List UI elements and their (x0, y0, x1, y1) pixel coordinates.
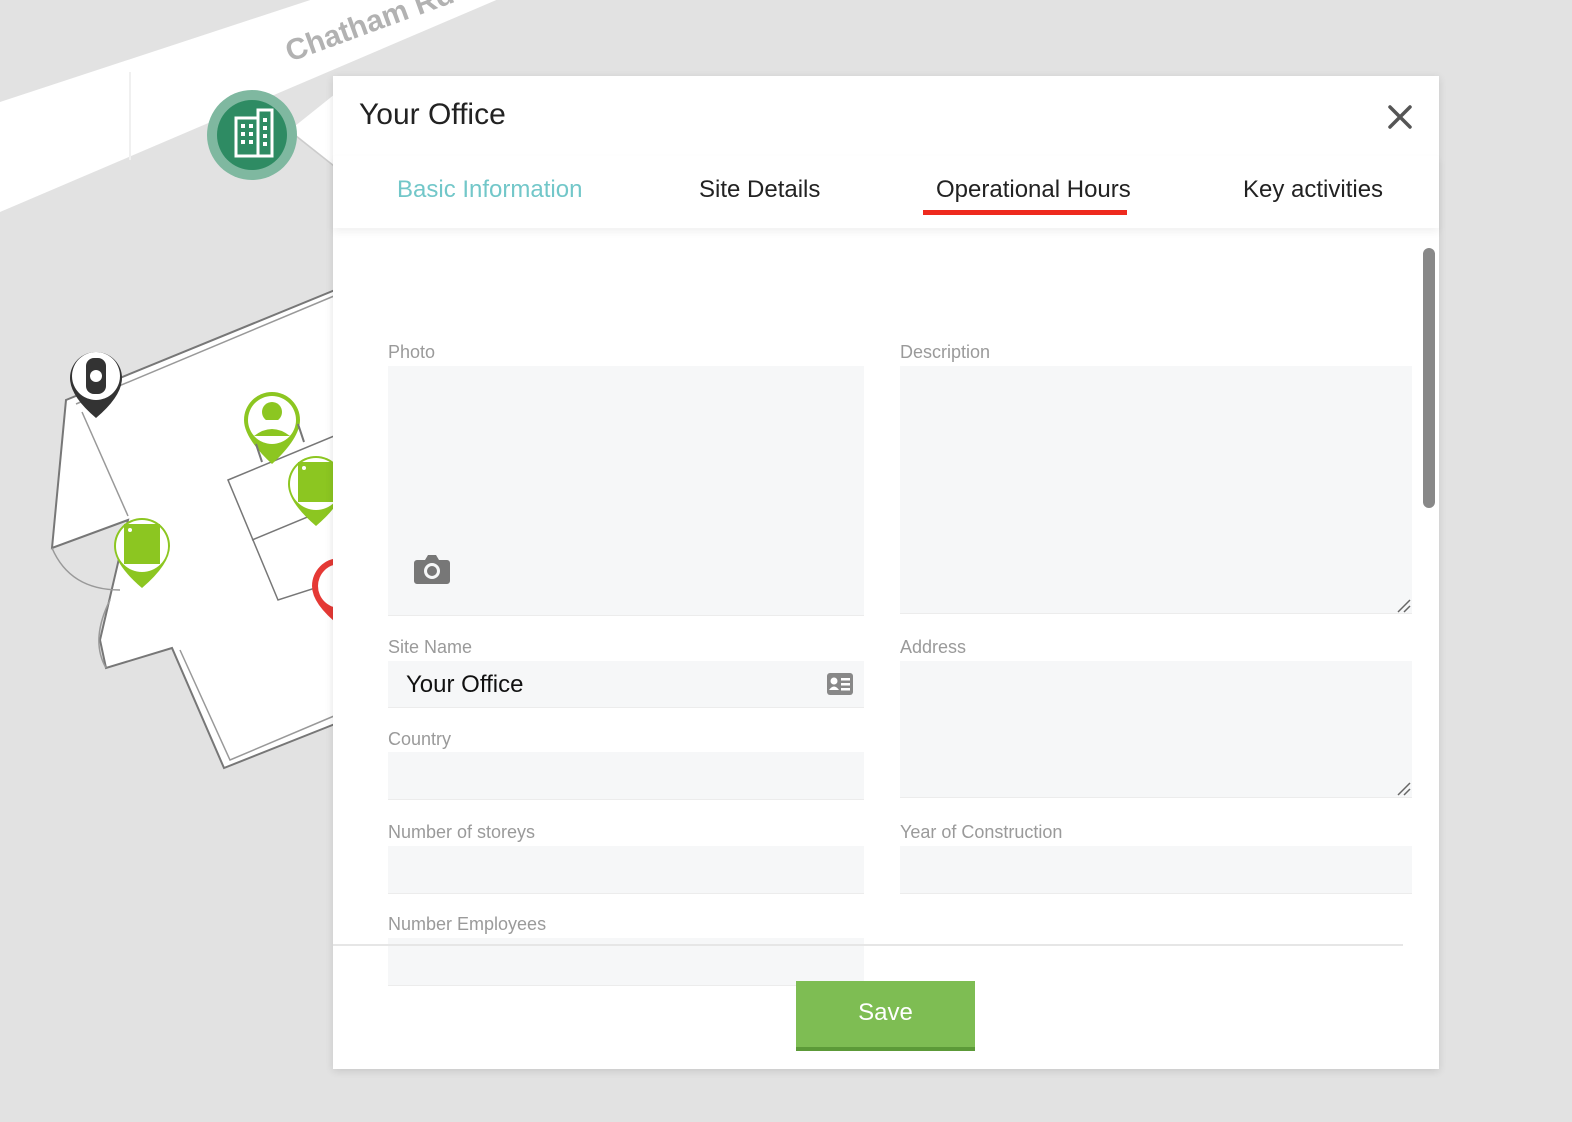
photo-label: Photo (388, 342, 436, 362)
site-name-label: Site Name (388, 637, 473, 657)
photo-upload-area[interactable] (388, 366, 864, 616)
active-tab-indicator (923, 210, 1127, 215)
number-employees-label: Number Employees (388, 914, 547, 934)
country-input[interactable] (388, 752, 864, 800)
address-label: Address (900, 637, 967, 657)
tab-basic-information[interactable]: Basic Information (397, 176, 582, 204)
tab-operational-hours[interactable]: Operational Hours (936, 176, 1131, 204)
contact-card-icon[interactable] (826, 672, 854, 696)
year-of-construction-label: Year of Construction (900, 822, 1063, 842)
tab-key-activities[interactable]: Key activities (1243, 176, 1383, 204)
app-screen: Chatham Rd Your Office Basic Information… (0, 0, 1572, 1122)
close-icon (1388, 105, 1412, 129)
resize-grip-icon[interactable] (1396, 781, 1412, 797)
modal-title: Your Office (359, 98, 506, 131)
year-of-construction-input[interactable] (900, 846, 1412, 894)
building-marker[interactable] (207, 90, 340, 180)
tab-bar: Basic Information Site Details Operation… (333, 156, 1439, 228)
number-of-storeys-label: Number of storeys (388, 822, 536, 842)
form-content[interactable]: Photo Description Site Name Your Office (333, 228, 1439, 986)
description-textarea[interactable] (900, 366, 1412, 614)
number-of-storeys-input[interactable] (388, 846, 864, 894)
description-label: Description (900, 342, 991, 362)
address-textarea[interactable] (900, 661, 1412, 798)
close-button[interactable] (1383, 100, 1417, 134)
save-button[interactable]: Save (796, 981, 975, 1051)
tab-site-details[interactable]: Site Details (699, 176, 820, 204)
footer-divider (333, 944, 1403, 946)
country-label: Country (388, 729, 452, 749)
resize-grip-icon[interactable] (1396, 598, 1412, 614)
site-details-modal: Your Office Basic Information Site Detai… (333, 76, 1439, 1069)
scrollbar-thumb[interactable] (1423, 248, 1435, 508)
modal-header: Your Office (333, 76, 1439, 156)
camera-icon[interactable] (413, 552, 451, 586)
site-name-value: Your Office (406, 671, 524, 698)
site-name-input[interactable]: Your Office (388, 661, 864, 708)
